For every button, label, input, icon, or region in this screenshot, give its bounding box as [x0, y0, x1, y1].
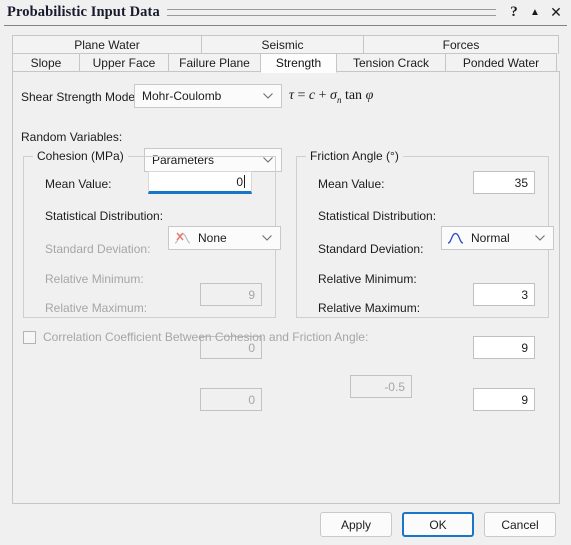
- cohesion-mean-value-input[interactable]: 0: [148, 171, 252, 194]
- friction-rel-max-label: Relative Maximum:: [318, 301, 421, 315]
- tab-upper-face[interactable]: Upper Face: [79, 53, 169, 73]
- tab-row-upper: Plane Water Seismic Forces: [12, 35, 560, 54]
- ok-button[interactable]: OK: [402, 512, 474, 537]
- tab-seismic[interactable]: Seismic: [201, 35, 364, 54]
- cancel-button[interactable]: Cancel: [484, 512, 556, 537]
- tab-row-lower: Slope Upper Face Failure Plane Strength …: [12, 53, 560, 73]
- cohesion-group: Cohesion (MPa) Mean Value: 0 Statistical…: [23, 149, 281, 411]
- shear-strength-model-label: Shear Strength Model:: [21, 90, 142, 104]
- distribution-none-icon: [174, 232, 191, 244]
- tab-slope[interactable]: Slope: [12, 53, 80, 73]
- friction-rel-min-input[interactable]: 9: [473, 336, 535, 359]
- window-title-bar: Probabilistic Input Data ? ▲ ✕: [0, 0, 571, 24]
- cohesion-std-dev-text: 9: [248, 287, 255, 302]
- strength-tab-panel: Shear Strength Model: Mohr-Coulomb τ = c…: [12, 71, 560, 504]
- friction-rel-min-text: 9: [521, 340, 528, 355]
- cohesion-mean-value-text: 0: [236, 174, 243, 189]
- friction-distribution-select[interactable]: Normal: [441, 226, 554, 250]
- cohesion-rel-max-label: Relative Maximum:: [45, 301, 148, 315]
- chevron-down-icon: [535, 235, 545, 241]
- help-icon[interactable]: ?: [504, 1, 524, 23]
- correlation-coefficient-text: -0.5: [384, 379, 405, 394]
- formula-sigma-subscript: n: [336, 94, 342, 105]
- cohesion-std-dev-input: 9: [200, 283, 262, 306]
- apply-button[interactable]: Apply: [320, 512, 392, 537]
- correlation-coefficient-input: -0.5: [350, 375, 412, 398]
- friction-mean-value-input[interactable]: 35: [473, 171, 535, 194]
- shear-strength-model-select[interactable]: Mohr-Coulomb: [134, 84, 282, 108]
- correlation-checkbox[interactable]: [23, 330, 36, 344]
- cohesion-rel-max-input: 0: [200, 388, 262, 411]
- formula-plus: +: [318, 88, 327, 103]
- friction-distribution-label: Statistical Distribution:: [318, 209, 437, 223]
- formula-c: c: [308, 88, 316, 103]
- cohesion-distribution-select[interactable]: None: [168, 226, 281, 250]
- formula-phi: φ: [365, 88, 374, 103]
- title-bar-separator: [4, 25, 567, 26]
- chevron-down-icon: [263, 93, 273, 99]
- formula-sigma: σ: [330, 88, 337, 103]
- tab-strip: Plane Water Seismic Forces Slope Upper F…: [12, 35, 560, 73]
- correlation-row: Correlation Coefficient Between Cohesion…: [23, 330, 368, 344]
- tab-failure-plane[interactable]: Failure Plane: [168, 53, 261, 73]
- close-icon[interactable]: ✕: [546, 1, 566, 23]
- random-variables-label: Random Variables:: [21, 130, 123, 144]
- friction-mean-value-label: Mean Value:: [318, 177, 385, 191]
- friction-mean-value-text: 35: [514, 175, 528, 190]
- distribution-normal-icon: [447, 232, 464, 244]
- friction-angle-group-legend: Friction Angle (°): [306, 149, 403, 163]
- window-title: Probabilistic Input Data: [7, 3, 160, 20]
- collapse-icon[interactable]: ▲: [525, 1, 545, 23]
- tab-plane-water[interactable]: Plane Water: [12, 35, 202, 54]
- cohesion-rel-max-text: 0: [248, 392, 255, 407]
- cohesion-rel-min-label: Relative Minimum:: [45, 272, 144, 286]
- friction-rel-min-label: Relative Minimum:: [318, 272, 417, 286]
- cohesion-mean-value-label: Mean Value:: [45, 177, 112, 191]
- tab-forces[interactable]: Forces: [363, 35, 559, 54]
- friction-std-dev-input[interactable]: 3: [473, 283, 535, 306]
- shear-strength-model-value: Mohr-Coulomb: [142, 89, 222, 103]
- chevron-down-icon: [262, 235, 272, 241]
- text-caret: [244, 175, 245, 188]
- cohesion-group-legend: Cohesion (MPa): [33, 149, 128, 163]
- correlation-label: Correlation Coefficient Between Cohesion…: [43, 330, 369, 344]
- cohesion-distribution-value: None: [198, 231, 227, 245]
- friction-distribution-value: Normal: [471, 231, 510, 245]
- cohesion-std-dev-label: Standard Deviation:: [45, 242, 151, 256]
- shear-strength-formula: τ = c + σn tan φ: [289, 88, 373, 105]
- tab-strength[interactable]: Strength: [260, 53, 337, 73]
- friction-std-dev-label: Standard Deviation:: [318, 242, 424, 256]
- formula-tan: tan: [344, 88, 363, 103]
- title-decorative-rule: [166, 8, 496, 16]
- formula-tau: τ: [289, 88, 295, 103]
- friction-rel-max-text: 9: [521, 392, 528, 407]
- cohesion-distribution-label: Statistical Distribution:: [45, 209, 164, 223]
- formula-equals: =: [297, 88, 306, 103]
- tab-tension-crack[interactable]: Tension Crack: [336, 53, 446, 73]
- friction-rel-max-input[interactable]: 9: [473, 388, 535, 411]
- tab-ponded-water[interactable]: Ponded Water: [445, 53, 557, 73]
- friction-angle-group: Friction Angle (°) Mean Value: 35 Statis…: [296, 149, 554, 411]
- friction-std-dev-text: 3: [521, 287, 528, 302]
